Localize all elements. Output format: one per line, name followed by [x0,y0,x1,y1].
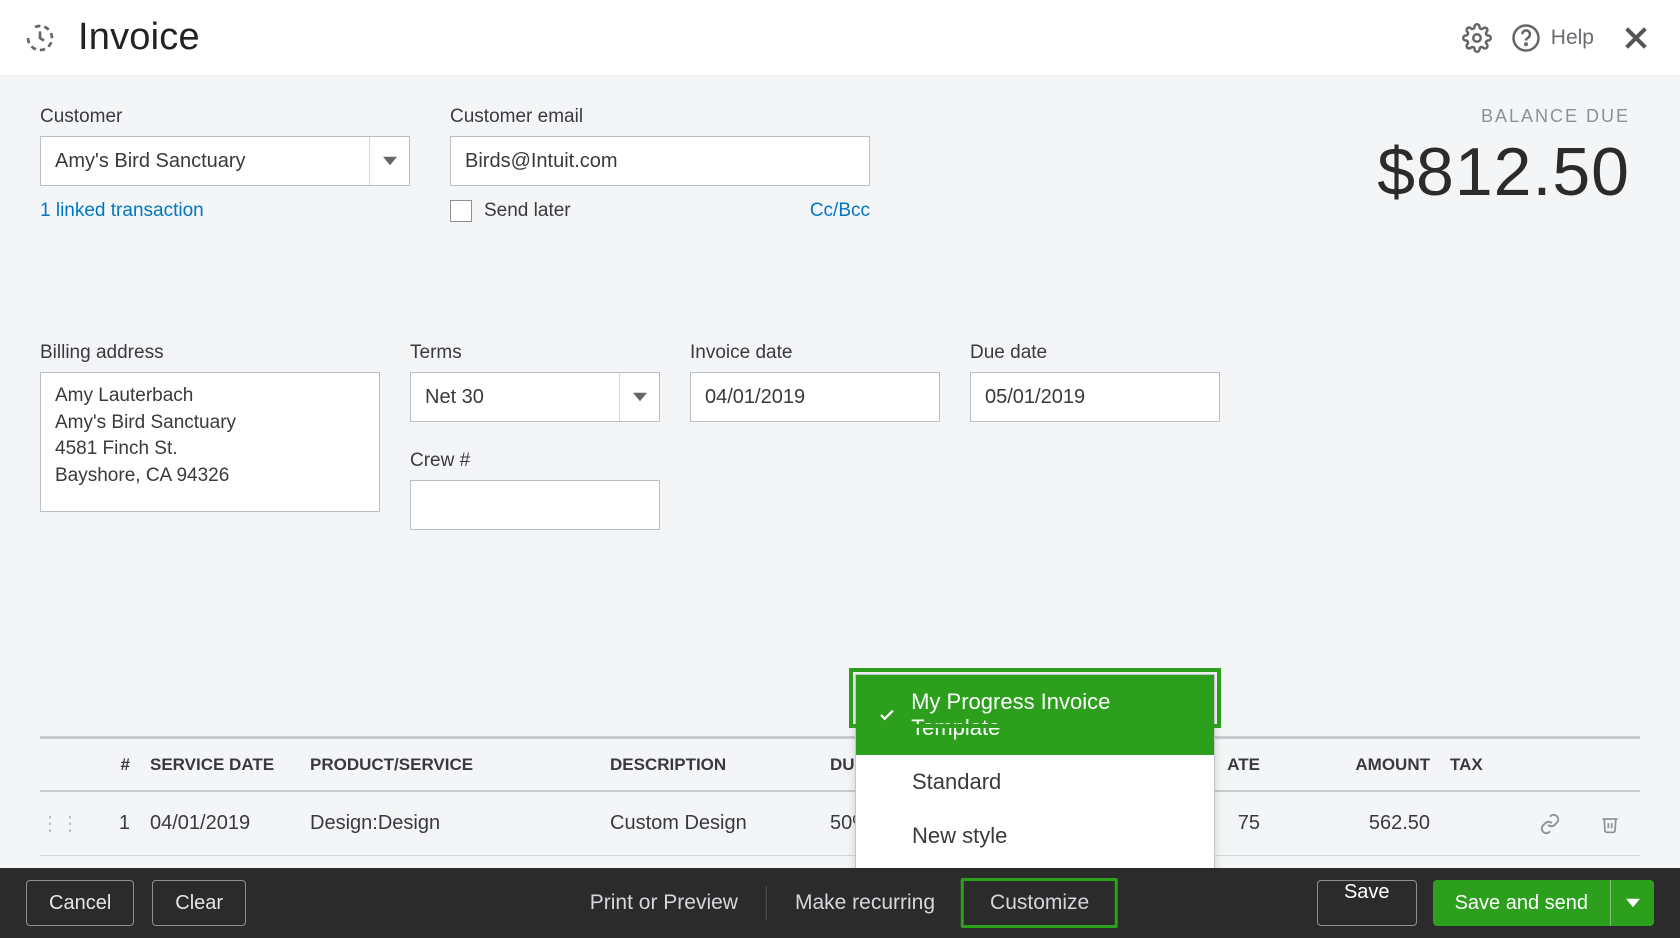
invoice-date-label: Invoice date [690,342,940,364]
template-option-label: New style [912,823,1007,849]
gear-icon[interactable] [1457,18,1497,58]
terms-select[interactable]: Net 30 [410,372,660,422]
line-items-table: # SERVICE DATE PRODUCT/SERVICE DESCRIPTI… [40,736,1640,868]
template-option-label: Standard [912,769,1001,795]
row-desc[interactable]: Custom Design [600,812,820,835]
save-button[interactable]: Save [1317,880,1417,926]
help-button[interactable]: Help [1511,23,1594,53]
col-description: DESCRIPTION [600,755,820,775]
linked-transaction-link[interactable]: 1 linked transaction [40,200,410,222]
email-label: Customer email [450,106,870,128]
row-product[interactable]: Design:Design [300,812,600,835]
customize-template-menu: My Progress Invoice Template Standard Ne… [855,674,1215,868]
footer-bar: Cancel Clear Print or Preview Make recur… [0,868,1680,938]
save-and-send-button[interactable]: Save and send [1433,880,1654,926]
customer-label: Customer [40,106,410,128]
history-icon[interactable] [20,18,60,58]
print-preview-button[interactable]: Print or Preview [562,891,766,915]
col-num: # [80,755,140,775]
page-title: Invoice [78,16,200,59]
due-date-label: Due date [970,342,1220,364]
save-and-send-label: Save and send [1433,892,1610,915]
clear-button[interactable]: Clear [152,880,246,926]
email-value: Birds@Intuit.com [465,150,618,173]
email-field[interactable]: Birds@Intuit.com [450,136,870,186]
template-option-edit-current[interactable]: Edit current [856,863,1214,868]
table-row[interactable]: ⋮⋮ 1 04/01/2019 Design:Design Custom Des… [40,792,1640,856]
due-date-value: 05/01/2019 [985,386,1085,409]
template-option-standard[interactable]: Standard [856,755,1214,809]
template-option-label: My Progress Invoice Template [911,689,1192,741]
crew-label: Crew # [410,450,660,472]
chevron-down-icon[interactable] [619,373,659,421]
trash-icon[interactable] [1580,814,1640,834]
customize-button[interactable]: Customize [961,878,1118,928]
customer-value: Amy's Bird Sanctuary [55,150,246,173]
row-sdate[interactable]: 04/01/2019 [140,812,300,835]
crew-field[interactable] [410,480,660,530]
help-label: Help [1551,26,1594,50]
invoice-date-field[interactable]: 04/01/2019 [690,372,940,422]
terms-value: Net 30 [425,386,484,409]
table-row[interactable]: ⋮⋮ 2 04/01/2019 Landscaping:Hours 50% of… [40,856,1640,868]
row-amount[interactable]: 562.50 [1270,812,1440,835]
row-num: 1 [80,812,140,835]
form-body: Customer Amy's Bird Sanctuary 1 linked t… [0,76,1680,868]
customer-select[interactable]: Amy's Bird Sanctuary [40,136,410,186]
template-option-new-style[interactable]: New style [856,809,1214,863]
send-later-label: Send later [484,200,571,222]
table-header: # SERVICE DATE PRODUCT/SERVICE DESCRIPTI… [40,736,1640,792]
col-product: PRODUCT/SERVICE [300,755,600,775]
col-amount: AMOUNT [1270,755,1440,775]
invoice-date-value: 04/01/2019 [705,386,805,409]
titlebar: Invoice Help [0,0,1680,76]
due-date-field[interactable]: 05/01/2019 [970,372,1220,422]
col-tax: TAX [1440,755,1520,775]
billing-address-label: Billing address [40,342,380,364]
col-service-date: SERVICE DATE [140,755,300,775]
send-later-checkbox[interactable] [450,200,472,222]
close-icon[interactable] [1616,18,1656,58]
drag-handle-icon[interactable]: ⋮⋮ [40,811,80,836]
balance-due-label: BALANCE DUE [1377,106,1630,127]
chevron-down-icon[interactable] [1610,880,1654,926]
balance-due-amount: $812.50 [1377,133,1630,211]
chevron-down-icon[interactable] [369,137,409,185]
terms-label: Terms [410,342,660,364]
cancel-button[interactable]: Cancel [26,880,134,926]
ccbcc-link[interactable]: Cc/Bcc [810,200,870,222]
make-recurring-button[interactable]: Make recurring [767,891,963,915]
check-icon [878,706,897,724]
link-icon[interactable] [1520,813,1580,835]
template-option-my-progress[interactable]: My Progress Invoice Template [856,675,1214,755]
billing-address-field[interactable]: Amy Lauterbach Amy's Bird Sanctuary 4581… [40,372,380,512]
